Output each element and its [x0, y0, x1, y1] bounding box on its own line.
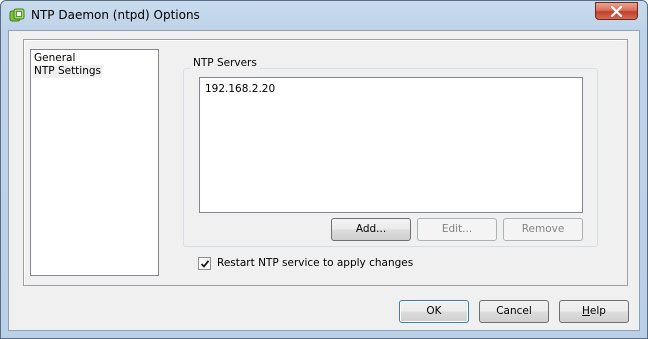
close-button[interactable]	[595, 2, 638, 20]
remove-server-button[interactable]: Remove	[503, 218, 583, 241]
help-label-rest: elp	[589, 305, 606, 317]
checkmark-icon	[200, 260, 210, 268]
restart-ntp-label[interactable]: Restart NTP service to apply changes	[217, 257, 413, 270]
ntp-servers-group-label: NTP Servers	[190, 57, 260, 70]
cancel-button[interactable]: Cancel	[479, 300, 549, 323]
dialog-body: General NTP Settings NTP Servers 192.168…	[8, 30, 640, 331]
nav-item-general[interactable]: General	[33, 52, 76, 65]
close-x-icon	[610, 6, 623, 17]
ntp-daemon-app-icon	[9, 8, 25, 24]
help-mnemonic: H	[582, 305, 590, 317]
server-list-item[interactable]: 192.168.2.20	[205, 83, 275, 96]
help-button[interactable]: Help	[559, 300, 629, 323]
restart-ntp-checkbox[interactable]	[198, 257, 211, 270]
nav-item-ntp-settings[interactable]: NTP Settings	[33, 65, 103, 78]
window-title: NTP Daemon (ntpd) Options	[31, 8, 200, 22]
ntp-server-list[interactable]: 192.168.2.20	[199, 77, 583, 213]
ok-button[interactable]: OK	[399, 300, 469, 323]
add-server-button[interactable]: Add...	[331, 218, 411, 241]
dialog-window: NTP Daemon (ntpd) Options General NTP Se…	[0, 0, 648, 339]
settings-category-list[interactable]: General NTP Settings	[30, 49, 159, 276]
edit-server-button[interactable]: Edit...	[417, 218, 497, 241]
title-bar[interactable]: NTP Daemon (ntpd) Options	[1, 1, 647, 31]
